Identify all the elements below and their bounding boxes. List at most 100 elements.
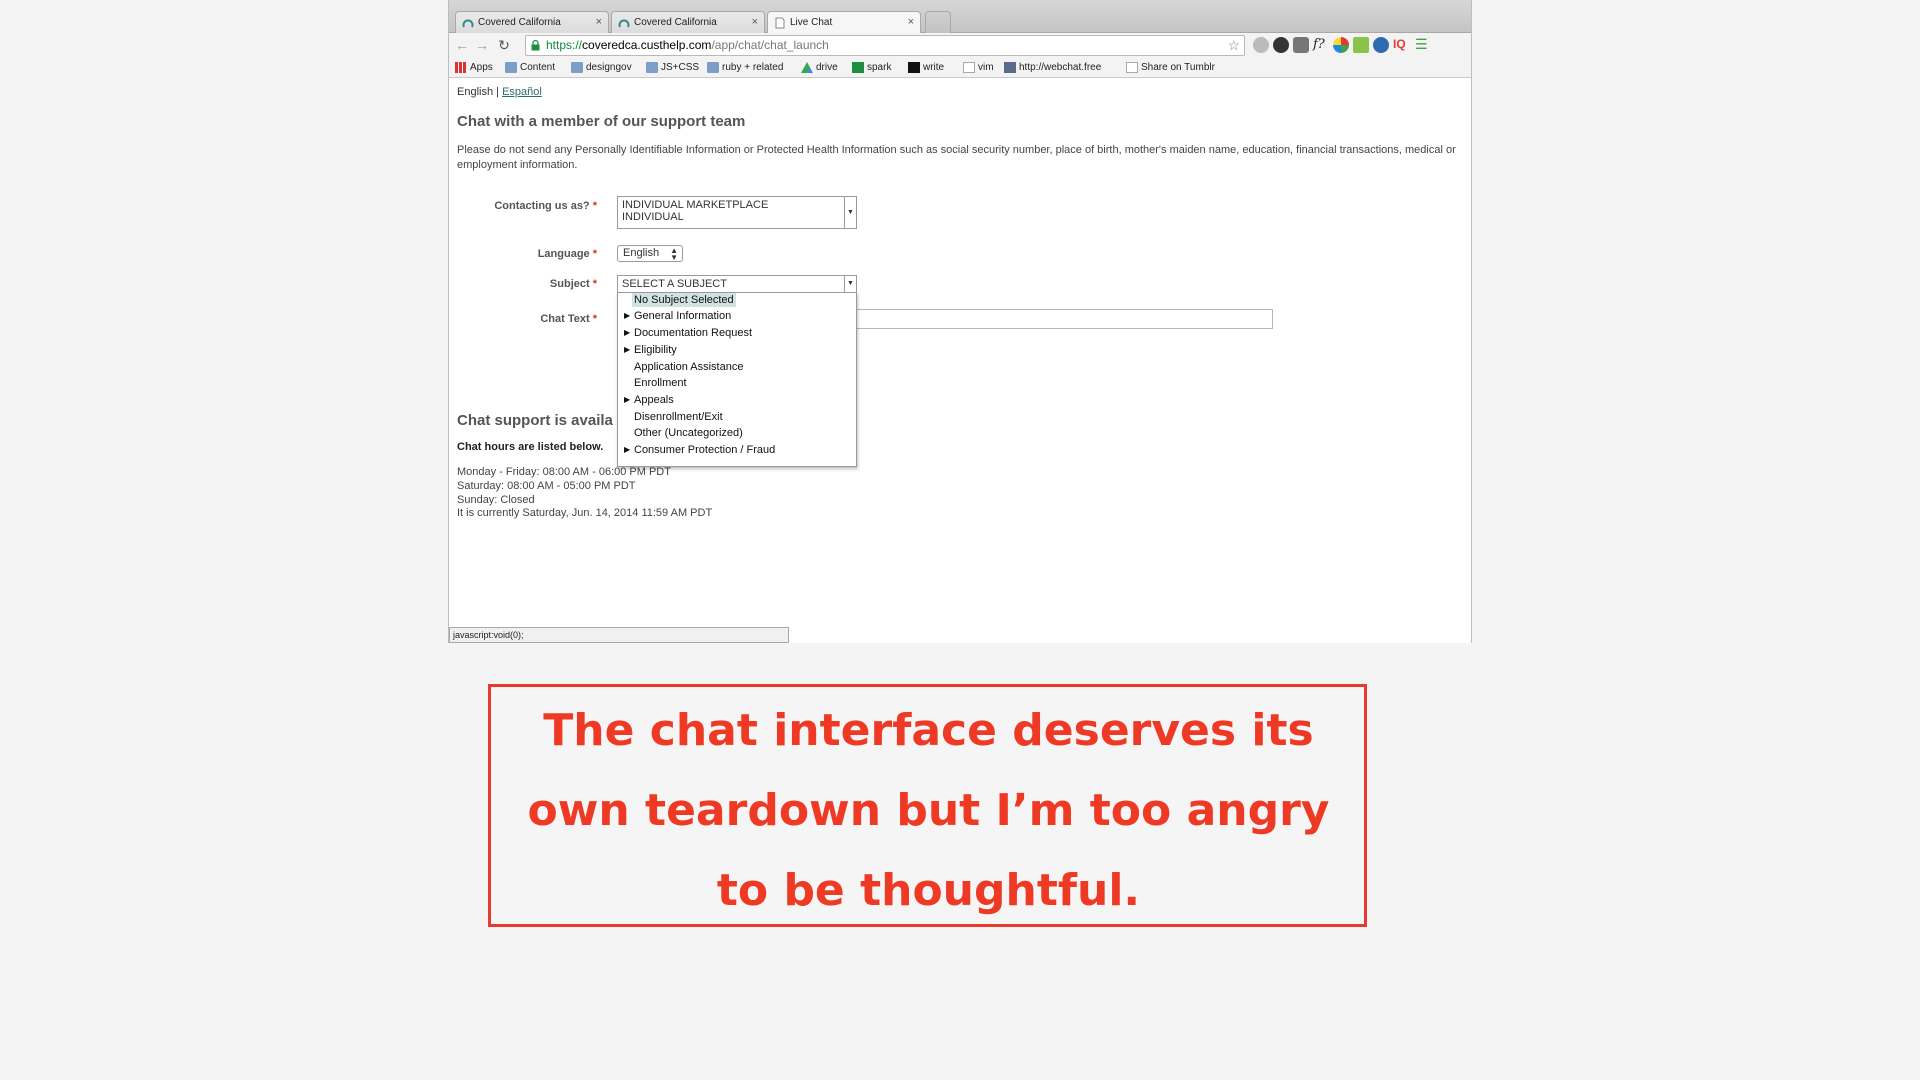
bookmark-folder-ruby[interactable]: ruby + related [707,62,783,73]
subject-option-consumer-protection[interactable]: Consumer Protection / Fraud [634,443,775,457]
slide: Covered California × Covered California … [0,0,1920,1080]
expand-triangle-icon[interactable]: ▶ [624,443,630,457]
bookmark-webchat[interactable]: http://webchat.free [1004,62,1101,73]
url-host: coveredca.custhelp.com [582,38,712,52]
expand-triangle-icon[interactable]: ▶ [624,393,630,407]
chat-text-input[interactable] [849,309,1273,329]
bookmark-folder-designgov[interactable]: designgov [571,62,632,73]
tab-strip: Covered California × Covered California … [449,0,1471,34]
subject-select[interactable]: SELECT A SUBJECT ▼ [617,275,857,293]
language-select[interactable]: English ▲ ▼ [617,245,683,262]
chat-text-label: Chat Text * [540,313,597,325]
page-content: English | Español Chat with a member of … [449,79,1471,624]
required-asterisk: * [592,200,597,212]
expand-triangle-icon[interactable]: ▶ [624,326,630,340]
language-select-value: English [623,247,660,259]
tab-close-icon[interactable]: × [752,16,758,28]
tab-live-chat[interactable]: Live Chat × [767,11,921,34]
tab-title: Live Chat [790,17,833,28]
page-title: Chat with a member of our support team [457,113,746,130]
language-separator: | [496,86,499,98]
page-favicon-icon [775,17,785,29]
medium-m-icon [908,62,920,73]
language-current: English [457,86,494,98]
folder-icon [505,62,517,73]
status-bar: javascript:void(0); [449,627,789,643]
subject-option-appeals[interactable]: Appeals [634,393,674,407]
tab-close-icon[interactable]: × [596,16,602,28]
bookmark-write[interactable]: write [908,62,944,73]
back-arrow-icon[interactable]: ← [453,36,471,54]
tab-covered-california-2[interactable]: Covered California × [611,11,765,33]
annotation-text: The chat interface deserves its own tear… [527,705,1330,916]
drive-icon [801,62,813,73]
stacked-pages-icon[interactable] [1353,37,1369,53]
contact-type-value-line1: INDIVIDUAL MARKETPLACE [622,199,769,211]
required-asterisk: * [592,248,597,260]
page-icon [963,62,975,73]
required-asterisk: * [592,313,597,325]
chevron-down-icon: ▼ [844,197,856,228]
bookmark-drive[interactable]: drive [801,62,838,73]
updown-arrows-icon: ▲ ▼ [670,246,678,262]
annotation-box: The chat interface deserves its own tear… [488,684,1367,927]
extension-dark-circle-icon[interactable] [1273,37,1289,53]
bookmark-vim[interactable]: vim [963,62,994,73]
tab-title: Covered California [478,17,561,28]
subject-option-disenrollment[interactable]: Disenrollment/Exit [634,410,723,424]
reload-icon[interactable]: ↻ [495,36,513,54]
chevron-down-icon: ▼ [844,276,856,292]
hours-saturday: Saturday: 08:00 AM - 05:00 PM PDT [457,480,636,492]
covered-california-favicon-icon [618,19,630,28]
tab-title: Covered California [634,17,717,28]
bookmark-apps[interactable]: Apps [455,62,493,73]
browser-toolbar: ← → ↻ https://coveredca.custhelp.com/app… [449,33,1471,58]
new-badge-extension-icon[interactable] [1373,37,1389,53]
iq-extension-icon[interactable]: IQ [1393,37,1409,53]
covered-california-favicon-icon [462,19,474,28]
lock-icon [531,40,540,51]
subject-option-documentation-request[interactable]: Documentation Request [634,326,752,340]
chat-support-title: Chat support is availa [457,412,613,429]
forward-arrow-icon[interactable]: → [473,36,491,54]
subject-label: Subject * [549,278,597,290]
bookmark-spark[interactable]: spark [852,62,891,73]
subject-option-eligibility[interactable]: Eligibility [634,343,677,357]
subject-option-no-subject[interactable]: No Subject Selected [632,293,736,307]
pocket-icon[interactable] [1293,37,1309,53]
contact-type-select[interactable]: INDIVIDUAL MARKETPLACE INDIVIDUAL ▼ [617,196,857,229]
folder-icon [707,62,719,73]
subject-option-general-information[interactable]: General Information [634,309,731,323]
tab-covered-california-1[interactable]: Covered California × [455,11,609,33]
subject-dropdown-list: No Subject Selected ▶ General Informatio… [617,292,857,467]
font-extension-icon[interactable]: f? [1313,37,1329,53]
expand-triangle-icon[interactable]: ▶ [624,309,630,323]
contact-type-label: Contacting us as? * [494,200,597,212]
subject-select-value: SELECT A SUBJECT [622,278,727,290]
spreadsheet-icon [852,62,864,73]
tab-close-icon[interactable]: × [908,16,914,28]
language-link-espanol[interactable]: Español [502,86,542,98]
url-path: /app/chat/chat_launch [711,38,829,52]
expand-triangle-icon[interactable]: ▶ [624,343,630,357]
folder-icon [571,62,583,73]
subject-option-enrollment[interactable]: Enrollment [634,376,687,390]
bookmark-star-icon[interactable]: ☆ [1227,36,1240,55]
privacy-notice: Please do not send any Personally Identi… [457,144,1456,171]
subject-option-other[interactable]: Other (Uncategorized) [634,426,743,440]
hours-sunday: Sunday: Closed [457,494,535,506]
current-time: It is currently Saturday, Jun. 14, 2014 … [457,507,713,519]
new-tab-button[interactable] [925,11,951,33]
address-bar[interactable]: https://coveredca.custhelp.com/app/chat/… [525,35,1245,56]
menu-hamburger-icon[interactable]: ☰ [1415,37,1431,53]
color-wheel-icon[interactable] [1333,37,1349,53]
required-asterisk: * [592,278,597,290]
bookmark-folder-content[interactable]: Content [505,62,555,73]
webchat-icon [1004,62,1016,73]
bookmark-folder-js-css[interactable]: JS+CSS [646,62,699,73]
subject-option-application-assistance[interactable]: Application Assistance [634,360,743,374]
chat-hours-intro: Chat hours are listed below. [457,441,604,453]
bookmark-share-on-tumblr[interactable]: Share on Tumblr [1126,62,1215,73]
extension-icon[interactable] [1253,37,1269,53]
apps-grid-icon [455,62,467,73]
